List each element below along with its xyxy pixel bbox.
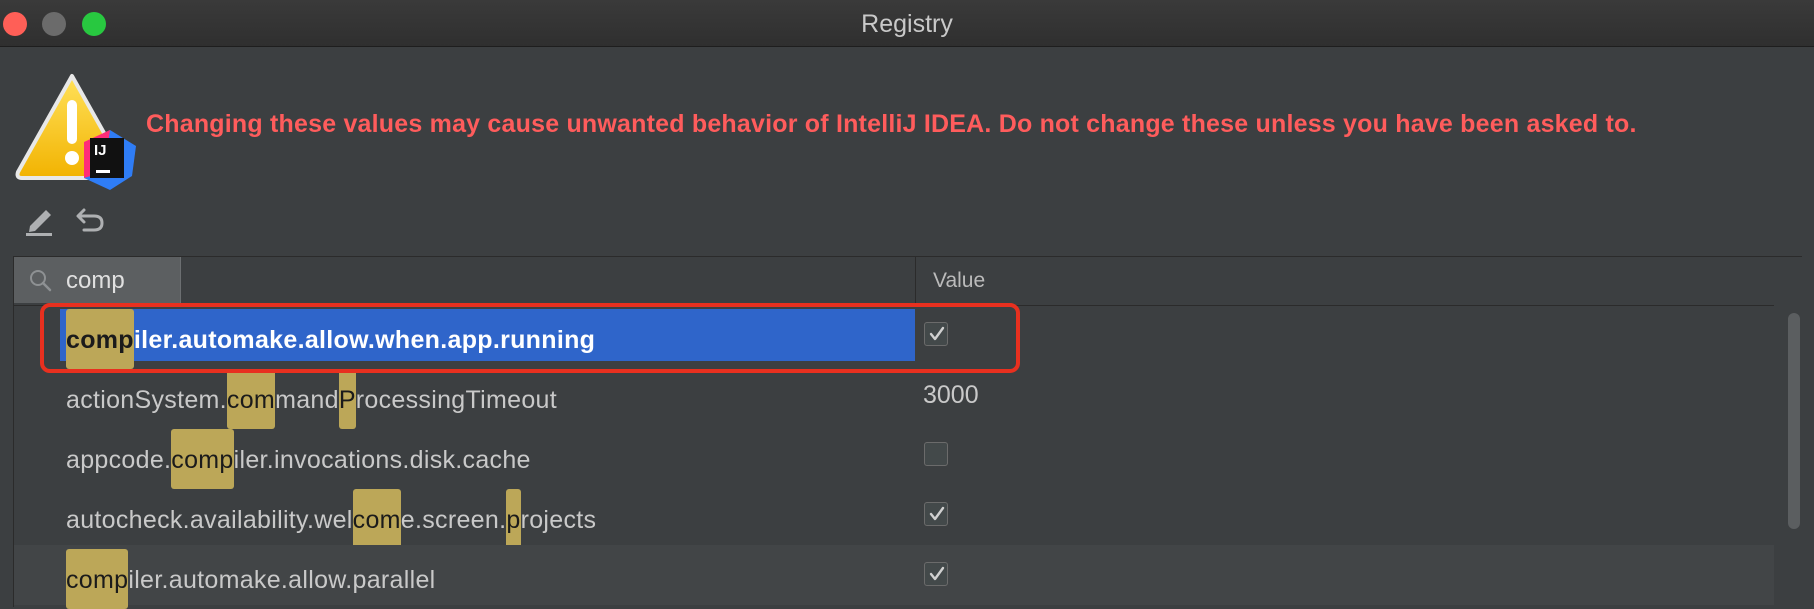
value-column-header[interactable]: Value: [933, 257, 985, 305]
warning-message: Changing these values may cause unwanted…: [146, 110, 1637, 138]
table-row[interactable]: appcode.compiler.invocations.disk.cache: [14, 425, 1774, 489]
key-text: e.screen.: [400, 506, 507, 534]
registry-key[interactable]: compiler.automake.allow.parallel: [66, 549, 436, 609]
search-match: com: [226, 369, 276, 429]
key-text: autocheck.availability.wel: [66, 506, 353, 534]
key-cell[interactable]: autocheck.availability.welcome.screen.pr…: [60, 489, 915, 549]
table-row[interactable]: autocheck.availability.welcome.screen.pr…: [14, 485, 1774, 549]
window-title: Registry: [861, 10, 953, 38]
checkmark-icon: [929, 566, 945, 581]
title-bar: Registry: [0, 0, 1814, 47]
value-checkbox[interactable]: [924, 502, 948, 526]
pencil-icon[interactable]: [24, 202, 58, 236]
key-text: actionSystem.: [66, 386, 227, 414]
key-cell[interactable]: compiler.automake.allow.parallel: [60, 549, 915, 609]
search-icon: [30, 270, 52, 292]
highlight-annotation: [40, 303, 1020, 373]
key-text: iler.invocations.disk.cache: [233, 446, 531, 474]
registry-key[interactable]: appcode.compiler.invocations.disk.cache: [66, 429, 531, 489]
table-header: Value: [14, 257, 1774, 306]
key-cell[interactable]: appcode.compiler.invocations.disk.cache: [60, 429, 915, 489]
key-cell[interactable]: actionSystem.commandProcessingTimeout: [60, 369, 915, 429]
key-text: iler.automake.allow.parallel: [128, 566, 436, 594]
search-match: comp: [171, 429, 234, 489]
key-text: rojects: [520, 506, 597, 534]
search-match: com: [352, 489, 401, 549]
key-text: appcode.: [66, 446, 172, 474]
vertical-scrollbar[interactable]: [1784, 313, 1802, 607]
value-checkbox[interactable]: [924, 442, 948, 466]
scrollbar-thumb[interactable]: [1788, 313, 1800, 529]
undo-icon[interactable]: [74, 202, 108, 236]
table-row[interactable]: actionSystem.commandProcessingTimeout 30…: [14, 365, 1774, 429]
brand-badge-label: IJ: [94, 142, 107, 159]
registry-key[interactable]: actionSystem.commandProcessingTimeout: [66, 369, 557, 429]
key-text: rocessingTimeout: [355, 386, 557, 414]
column-divider[interactable]: [915, 257, 916, 305]
search-match: p: [506, 489, 521, 549]
value-text[interactable]: 3000: [923, 365, 979, 425]
warning-icon: [15, 74, 136, 190]
key-text: mand: [275, 386, 339, 414]
registry-key[interactable]: autocheck.availability.welcome.screen.pr…: [66, 489, 597, 549]
search-input[interactable]: [64, 261, 178, 301]
value-checkbox[interactable]: [924, 562, 948, 586]
search-match: comp: [66, 549, 129, 609]
checkmark-icon: [929, 506, 945, 521]
speed-search-box[interactable]: [14, 257, 181, 303]
table-row[interactable]: compiler.automake.allow.parallel: [14, 545, 1774, 609]
search-match: P: [338, 369, 356, 429]
